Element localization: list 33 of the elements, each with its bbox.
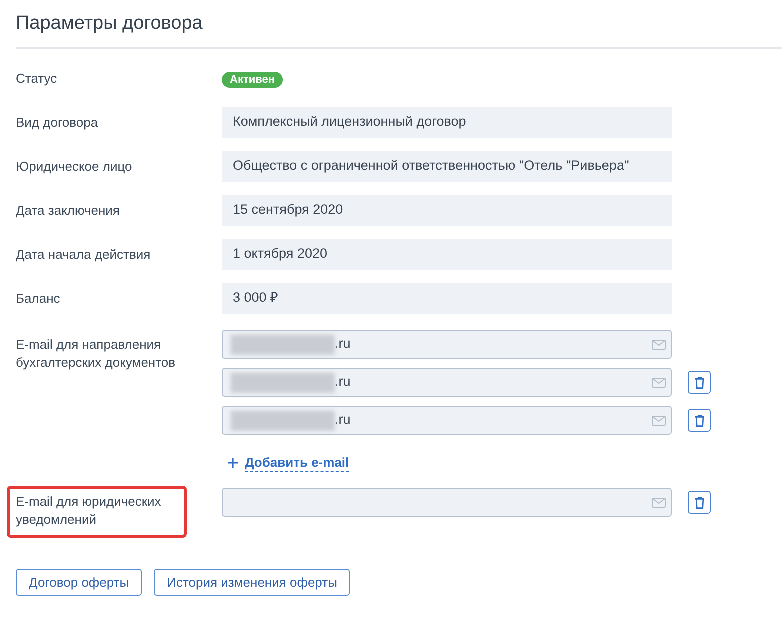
trash-icon <box>694 376 704 388</box>
field-label: Вид договора <box>16 114 100 132</box>
field-label: Баланс <box>16 290 62 308</box>
mail-icon <box>652 498 666 508</box>
trash-icon <box>694 496 704 508</box>
mail-icon <box>652 416 666 426</box>
field-label: Юридическое лицо <box>16 158 134 176</box>
field-label: E-mail для направления бухгалтерских документов <box>16 336 177 372</box>
field-label: Дата начала действия <box>16 246 152 264</box>
readonly-field: 3 000 ₽ <box>222 283 672 314</box>
page-title: Параметры договора <box>16 12 204 36</box>
mail-icon <box>652 378 666 388</box>
offer-button[interactable]: Договор оферты <box>16 569 142 596</box>
mail-icon <box>652 340 666 350</box>
readonly-field: 1 октября 2020 <box>222 239 672 270</box>
field-label: E-mail для юридических уведомлений <box>16 493 162 529</box>
email-field[interactable]: .ru <box>222 330 672 359</box>
delete-button[interactable] <box>688 491 711 514</box>
readonly-field: Общество с ограниченной ответственностью "Отель "Ривьера" <box>222 151 672 182</box>
readonly-field: 15 сентября 2020 <box>222 195 672 226</box>
email-field[interactable]: .ru <box>222 406 672 435</box>
email-field[interactable] <box>222 488 672 517</box>
delete-button[interactable] <box>688 409 711 432</box>
delete-button[interactable] <box>688 371 711 394</box>
field-label: Статус <box>16 70 58 88</box>
status-badge: Активен <box>222 72 283 88</box>
plus-icon <box>228 458 238 468</box>
offer-button[interactable]: История изменения оферты <box>154 569 350 596</box>
email-field[interactable]: .ru <box>222 368 672 397</box>
readonly-field: Комплексный лицензионный договор <box>222 107 672 138</box>
field-label: Дата заключения <box>16 202 121 220</box>
add-email-link[interactable]: Добавить e-mail <box>245 454 350 472</box>
trash-icon <box>694 414 704 426</box>
